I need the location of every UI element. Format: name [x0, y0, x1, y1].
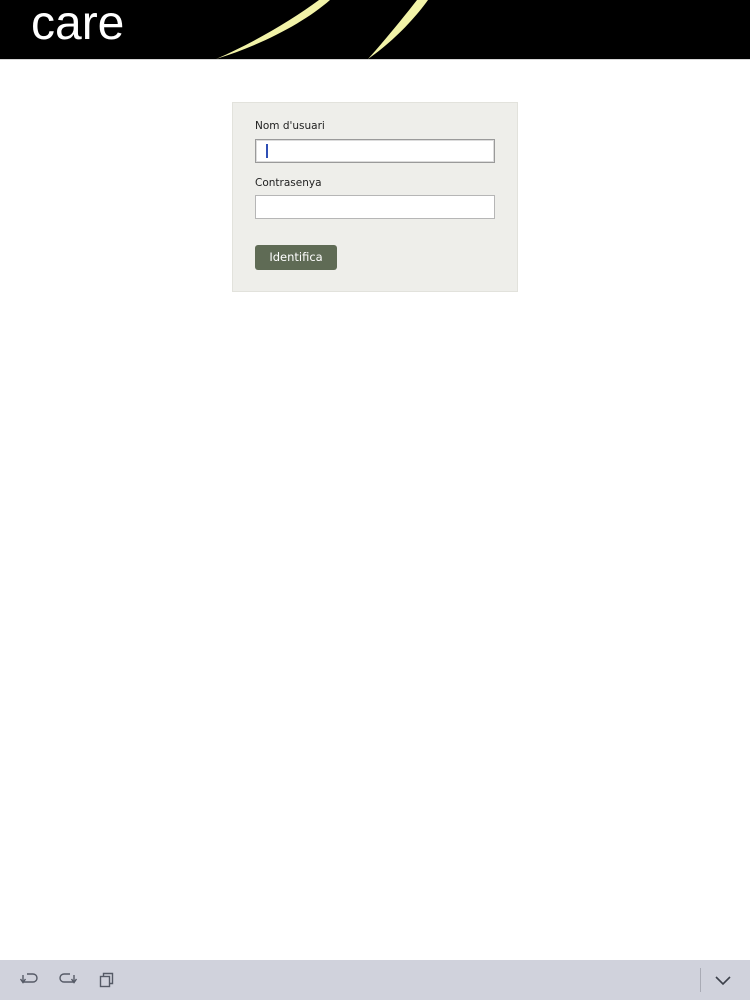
toolbar-divider	[700, 968, 701, 992]
password-label: Contrasenya	[255, 177, 322, 189]
username-input[interactable]	[255, 139, 495, 163]
text-caret	[266, 144, 268, 158]
copy-icon[interactable]	[97, 970, 117, 990]
undo-icon[interactable]	[19, 970, 39, 990]
login-form: Nom d'usuari Contrasenya Identifica	[232, 102, 518, 292]
header-banner: care	[0, 0, 750, 59]
chevron-down-icon[interactable]	[713, 970, 733, 990]
username-label: Nom d'usuari	[255, 120, 325, 132]
redo-icon[interactable]	[58, 970, 78, 990]
login-button[interactable]: Identifica	[255, 245, 337, 270]
password-input[interactable]	[255, 195, 495, 219]
bottom-toolbar	[0, 960, 750, 1000]
care-logo: care	[31, 0, 125, 50]
header-divider	[0, 59, 750, 60]
